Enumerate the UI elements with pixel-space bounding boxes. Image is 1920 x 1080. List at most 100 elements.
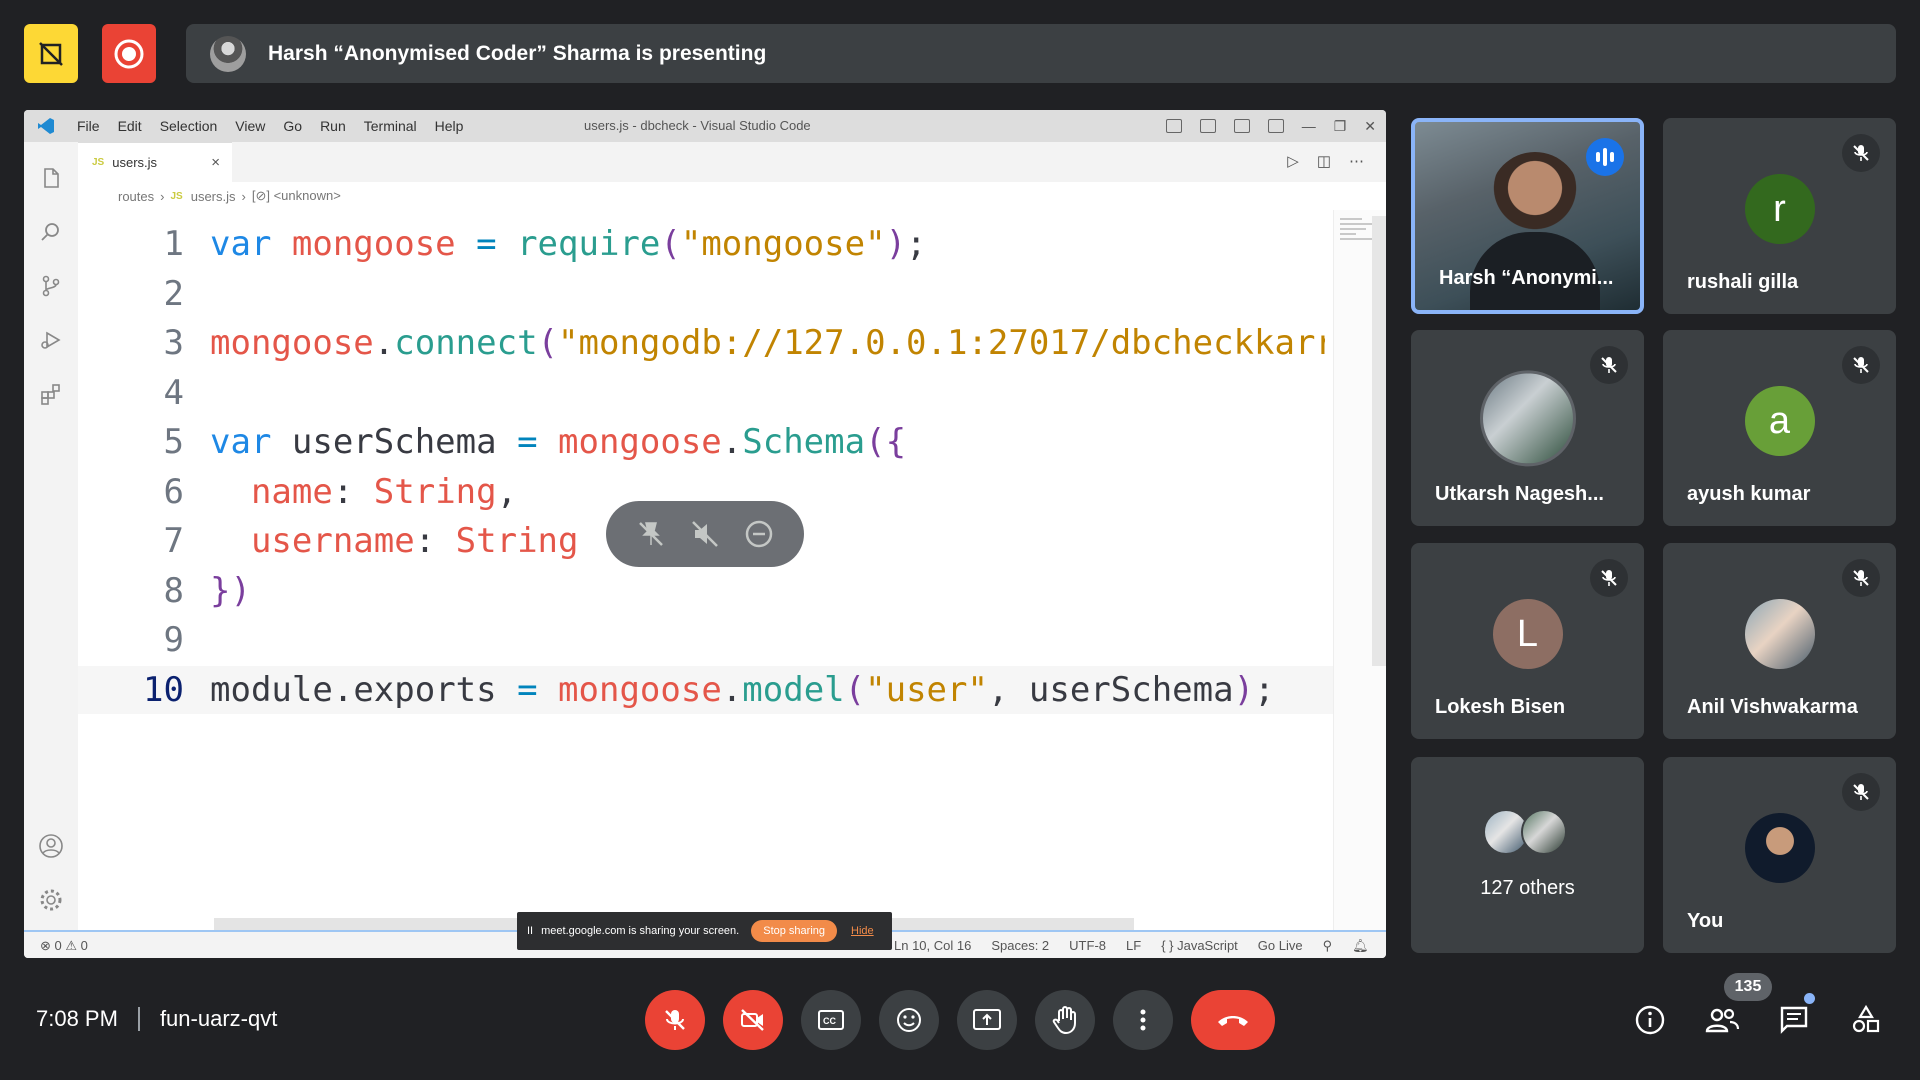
avatar: L xyxy=(1492,599,1563,669)
participant-name: ayush kumar xyxy=(1687,483,1811,505)
code-token: , userSchema xyxy=(987,669,1234,710)
accounts-icon[interactable] xyxy=(37,832,65,860)
toggle-sidebar-icon[interactable] xyxy=(1165,119,1182,133)
run-file-icon[interactable]: ▷ xyxy=(1287,152,1299,170)
problems-indicator[interactable]: ⊗ 0 ⚠ 0 xyxy=(40,938,88,954)
leave-call-button[interactable] xyxy=(1191,990,1275,1050)
run-debug-icon[interactable] xyxy=(37,326,65,354)
toggle-secondary-sidebar-icon[interactable] xyxy=(1233,119,1250,133)
line-number: 9 xyxy=(163,620,184,660)
close-window-icon[interactable]: ✕ xyxy=(1364,118,1376,135)
participant-name: Anil Vishwakarma xyxy=(1687,696,1858,718)
menu-item-view[interactable]: View xyxy=(226,118,274,134)
code-token: ; xyxy=(1254,669,1275,710)
broadcast-icon[interactable]: ⚲ xyxy=(1323,938,1333,954)
code-token: String xyxy=(455,521,579,561)
emoji-reactions-button[interactable] xyxy=(879,990,939,1050)
captions-button[interactable]: CC xyxy=(801,990,861,1050)
microphone-toggle-button[interactable] xyxy=(645,990,705,1050)
code-line[interactable]: 2 xyxy=(78,270,1333,318)
participant-tile[interactable]: Anil Vishwakarma xyxy=(1663,543,1896,739)
participant-tile[interactable]: L Lokesh Bisen xyxy=(1411,543,1644,739)
present-screen-button[interactable] xyxy=(957,990,1017,1050)
code-token: mongoose xyxy=(558,669,722,710)
customize-layout-icon[interactable] xyxy=(1267,119,1284,133)
mic-off-icon xyxy=(1842,559,1880,597)
chat-button[interactable] xyxy=(1772,998,1816,1042)
more-vert-icon xyxy=(1140,1009,1146,1031)
people-button[interactable] xyxy=(1700,998,1744,1042)
tab-close-icon[interactable]: × xyxy=(211,154,220,171)
cursor-position[interactable]: Ln 10, Col 16 xyxy=(894,938,971,954)
code-line[interactable]: 9 xyxy=(78,616,1333,664)
extensions-icon[interactable] xyxy=(37,380,65,408)
code-line[interactable]: 10 module.exports = mongoose.model("user"… xyxy=(78,665,1333,714)
breadcrumb-folder[interactable]: routes xyxy=(118,189,154,204)
manage-gear-icon[interactable] xyxy=(37,886,65,914)
unpin-icon[interactable] xyxy=(635,518,667,550)
menu-item-go[interactable]: Go xyxy=(274,118,311,134)
participant-tile-others[interactable]: 127 others xyxy=(1411,757,1644,953)
explorer-icon[interactable] xyxy=(37,164,65,192)
code-token: userSchema xyxy=(291,422,497,462)
no-capture-button[interactable] xyxy=(24,24,78,83)
breadcrumb-symbol[interactable]: [⊘] <unknown> xyxy=(252,188,341,204)
code-token: String xyxy=(373,471,497,512)
screen-share-banner: II meet.google.com is sharing your scree… xyxy=(517,912,892,950)
more-actions-icon[interactable]: ⋯ xyxy=(1349,152,1364,170)
search-icon[interactable] xyxy=(37,218,65,246)
restore-icon[interactable]: ❐ xyxy=(1334,118,1347,135)
code-line[interactable]: 5 var userSchema = mongoose.Schema({ xyxy=(78,418,1333,466)
breadcrumb-file[interactable]: users.js xyxy=(191,189,236,204)
activities-button[interactable] xyxy=(1844,998,1888,1042)
recording-button[interactable] xyxy=(102,24,156,83)
menu-item-help[interactable]: Help xyxy=(426,118,473,134)
menu-item-terminal[interactable]: Terminal xyxy=(355,118,426,134)
code-line[interactable]: 1 var mongoose = require("mongoose"); xyxy=(78,220,1333,268)
participant-tile[interactable]: a ayush kumar xyxy=(1663,330,1896,526)
source-control-icon[interactable] xyxy=(37,272,65,300)
indentation[interactable]: Spaces: 2 xyxy=(991,938,1049,954)
menu-item-edit[interactable]: Edit xyxy=(109,118,151,134)
end-call-icon xyxy=(1218,1016,1248,1026)
participant-tile[interactable]: r rushali gilla xyxy=(1663,118,1896,314)
mic-off-icon xyxy=(1590,346,1628,384)
menu-item-file[interactable]: File xyxy=(68,118,109,134)
code-line[interactable]: 4 xyxy=(78,369,1333,417)
encoding[interactable]: UTF-8 xyxy=(1069,938,1106,954)
code-editor[interactable]: 1 var mongoose = require("mongoose"); 2 3 mo… xyxy=(78,210,1333,930)
minimize-icon[interactable]: — xyxy=(1302,118,1316,134)
end-of-line[interactable]: LF xyxy=(1126,938,1141,954)
go-live[interactable]: Go Live xyxy=(1258,938,1303,954)
vscode-titlebar: File Edit Selection View Go Run Terminal Help u… xyxy=(24,110,1386,142)
code-token: . xyxy=(721,422,743,462)
stop-sharing-button[interactable]: Stop sharing xyxy=(751,920,837,942)
raise-hand-button[interactable] xyxy=(1035,990,1095,1050)
participant-tile[interactable]: Utkarsh Nagesh... xyxy=(1411,330,1644,526)
split-editor-icon[interactable]: ◫ xyxy=(1317,152,1331,170)
window-controls: — ❐ ✕ xyxy=(1165,110,1376,142)
hide-banner-link[interactable]: Hide xyxy=(851,925,874,937)
code-token: "mongoose" xyxy=(680,224,886,264)
line-number: 3 xyxy=(163,323,184,363)
camera-toggle-button[interactable] xyxy=(723,990,783,1050)
participant-tile-presenter[interactable]: Harsh “Anonymi... xyxy=(1411,118,1644,314)
meeting-details-button[interactable] xyxy=(1628,998,1672,1042)
vertical-scrollbar[interactable] xyxy=(1372,216,1386,666)
avatar xyxy=(1744,599,1815,669)
notifications-icon[interactable]: 🔔︎ xyxy=(1352,938,1369,954)
no-capture-icon xyxy=(39,41,63,66)
participant-tile-self[interactable]: You xyxy=(1663,757,1896,953)
remove-icon[interactable] xyxy=(743,518,775,550)
menu-item-run[interactable]: Run xyxy=(311,118,355,134)
menu-item-selection[interactable]: Selection xyxy=(151,118,227,134)
mute-audio-icon[interactable] xyxy=(689,518,721,550)
code-line[interactable]: 3 mongoose.connect("mongodb://127.0.0.1:2… xyxy=(78,319,1333,367)
toggle-panel-icon[interactable] xyxy=(1199,119,1216,133)
more-options-button[interactable] xyxy=(1113,990,1173,1050)
code-line[interactable]: 8}) xyxy=(78,567,1333,615)
presenting-bar[interactable]: Harsh “Anonymised Coder” Sharma is prese… xyxy=(186,24,1896,83)
language-mode[interactable]: { } JavaScript xyxy=(1161,938,1238,954)
tab-users-js[interactable]: JS users.js × xyxy=(78,142,232,182)
